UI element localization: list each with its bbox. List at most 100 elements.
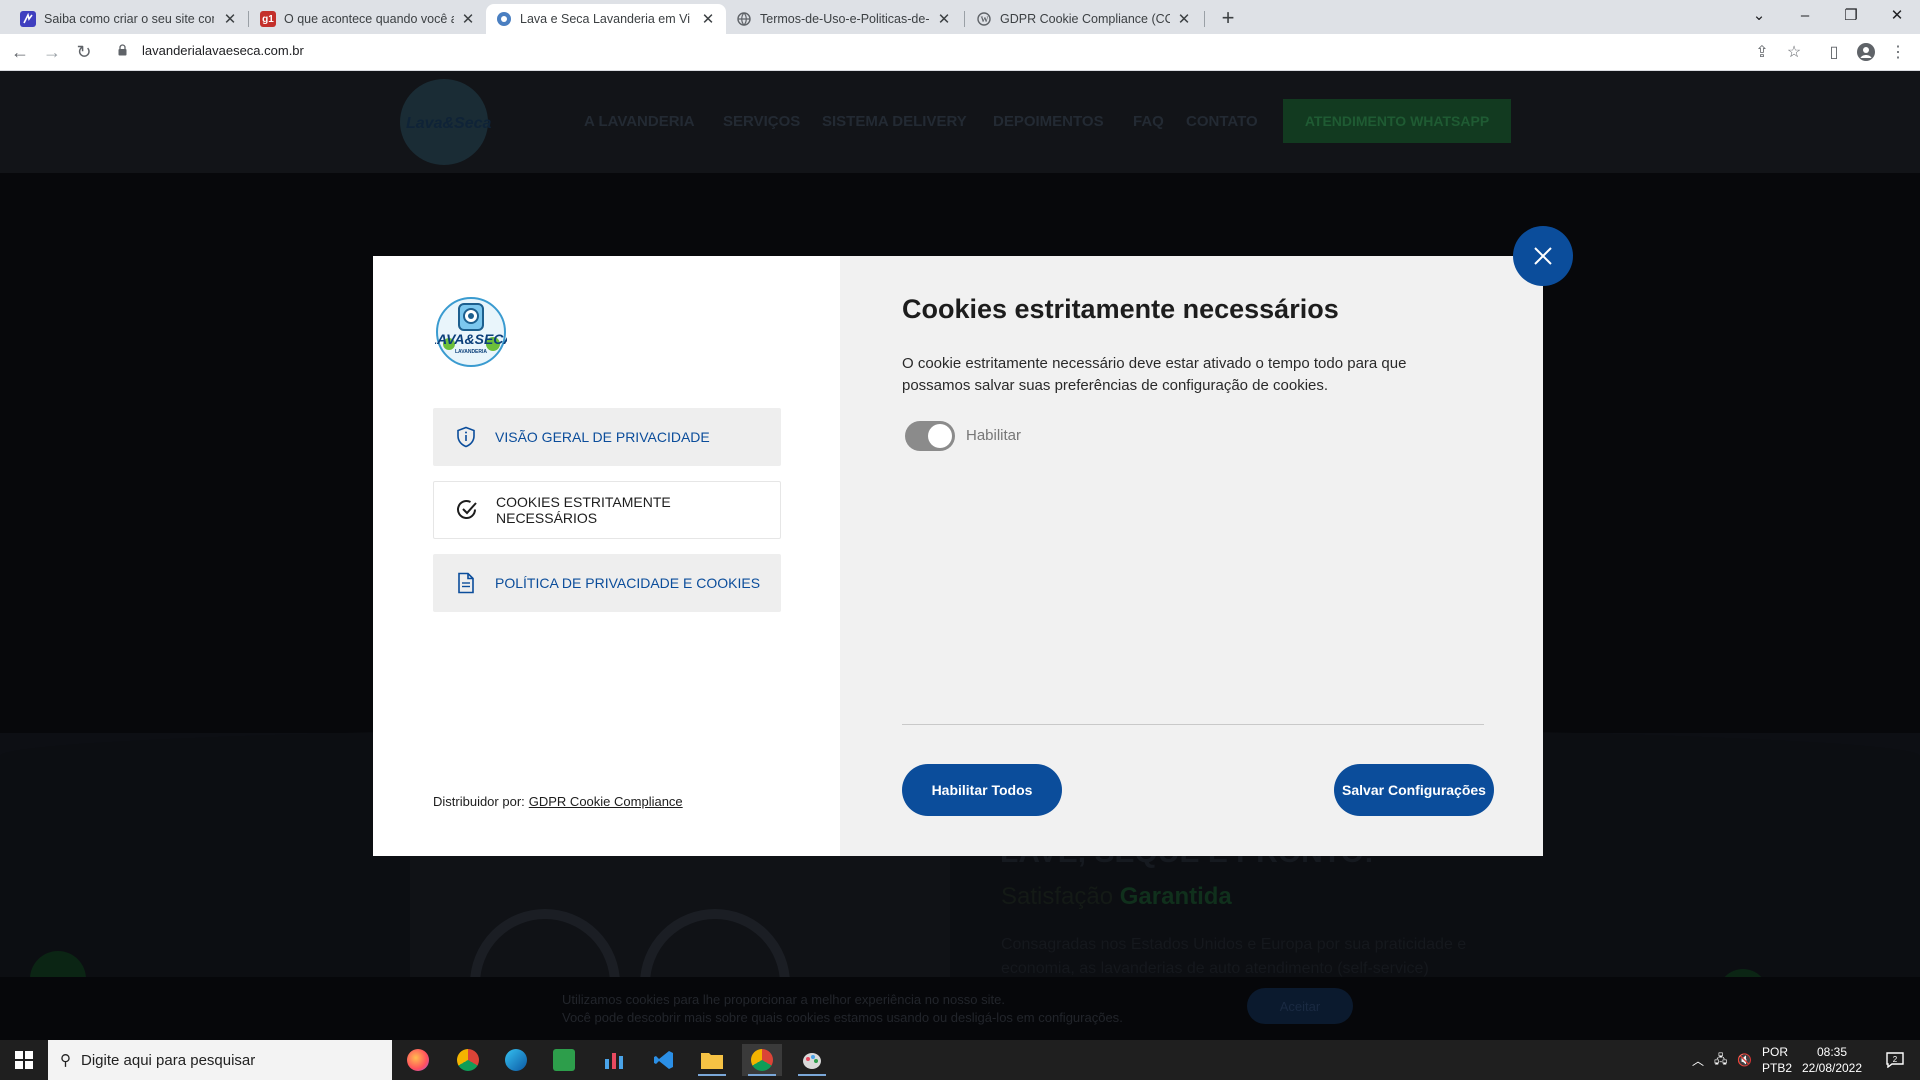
windows-start-button[interactable] [0,1040,48,1080]
gdpr-plugin-link[interactable]: GDPR Cookie Compliance [529,794,683,809]
wordpress-icon: W [976,11,992,27]
check-circle-icon [456,499,478,521]
share-icon[interactable]: ⇪ [1750,40,1774,64]
system-tray: ︿ 🖧 🔇 [1692,1040,1752,1080]
paint-app-icon[interactable] [792,1044,832,1076]
taskbar-search-input[interactable]: ⚲ Digite aqui para pesquisar [48,1040,392,1080]
section-description: O cookie estritamente necessário deve es… [902,355,1407,394]
menu-privacy-policy-label: POLÍTICA DE PRIVACIDADE E COOKIES [495,575,761,591]
back-icon[interactable]: ← [8,40,32,64]
chart-app-icon[interactable] [594,1044,634,1076]
modal-close-button[interactable] [1513,226,1573,286]
chrome-profile-icon[interactable] [742,1044,782,1076]
tab-title: Lava e Seca Lavanderia em Vila V [520,12,690,26]
tab-close-icon[interactable]: ✕ [1176,10,1192,28]
side-panel-icon[interactable]: ▯ [1822,40,1846,64]
svg-text:LAVANDERIA: LAVANDERIA [455,349,487,355]
toggle-knob [928,424,952,448]
nav-item-servicos[interactable]: SERVIÇOS [723,113,800,130]
tab-close-icon[interactable]: ✕ [700,10,716,28]
browser-tab-bar: Saiba como criar o seu site com a ✕ g1 O… [0,0,1920,34]
nav-item-delivery[interactable]: SISTEMA DELIVERY [822,113,967,130]
tab-title: GDPR Cookie Compliance (CCPA [1000,12,1170,26]
tab-title: Termos-de-Uso-e-Politicas-de-Pr [760,12,930,26]
search-icon: ⚲ [60,1052,71,1069]
browser-tab[interactable]: W GDPR Cookie Compliance (CCPA ✕ [966,4,1202,34]
enable-all-button[interactable]: Habilitar Todos [902,764,1062,816]
svg-text:W: W [981,15,989,24]
tab-close-icon[interactable]: ✕ [460,10,476,28]
notification-center-icon[interactable]: 2 [1880,1040,1910,1080]
chrome-icon[interactable] [448,1044,488,1076]
about-paragraph: Consagradas nos Estados Unidos e Europa … [1001,936,1467,977]
edge-icon[interactable] [496,1044,536,1076]
reload-icon[interactable]: ↻ [72,40,96,64]
nav-item-lavanderia[interactable]: A LAVANDERIA [584,113,695,130]
tab-close-icon[interactable]: ✕ [936,10,952,28]
site-header: Lava&Seca A LAVANDERIA SERVIÇOS SISTEMA … [0,71,1920,173]
tab-favicon-icon [496,11,512,27]
firefox-icon[interactable] [398,1044,438,1076]
close-window-button[interactable]: ✕ [1874,0,1920,30]
menu-strictly-necessary[interactable]: COOKIES ESTRITAMENTE NECESSÁRIOS [433,481,781,539]
document-icon [455,572,477,594]
minimize-button[interactable]: – [1782,0,1828,30]
whatsapp-cta-button[interactable]: ATENDIMENTO WHATSAPP [1283,99,1511,143]
nav-item-contato[interactable]: CONTATO [1186,113,1258,130]
browser-tab[interactable]: Saiba como criar o seu site com a ✕ [10,4,248,34]
spreadsheet-app-icon[interactable] [544,1044,584,1076]
file-explorer-icon[interactable] [692,1044,732,1076]
network-icon[interactable]: 🖧 [1714,1050,1727,1071]
forward-icon[interactable]: → [40,40,64,64]
menu-privacy-policy[interactable]: POLÍTICA DE PRIVACIDADE E COOKIES [433,554,781,612]
lava-seca-logo: LAVA&SECA LAVANDERIA [435,297,507,367]
enable-toggle[interactable] [905,421,955,451]
vscode-icon[interactable] [644,1044,684,1076]
globe-icon [736,11,752,27]
section-title: Cookies estritamente necessários [902,294,1339,324]
cookie-accept-button[interactable]: Aceitar [1247,988,1353,1024]
svg-text:2: 2 [1893,1055,1898,1064]
bookmark-star-icon[interactable]: ☆ [1782,40,1806,64]
taskbar-clock[interactable]: 08:35 22/08/2022 [1800,1044,1864,1076]
browser-tab[interactable]: Termos-de-Uso-e-Politicas-de-Pr ✕ [726,4,962,34]
enable-toggle-label: Habilitar [966,427,1022,444]
nav-item-depoimentos[interactable]: DEPOIMENTOS [993,113,1104,130]
menu-privacy-overview[interactable]: VISÃO GERAL DE PRIVACIDADE [433,408,781,466]
speaker-muted-icon[interactable]: 🔇 [1737,1053,1752,1067]
windows-taskbar: ⚲ Digite aqui para pesquisar ︿ 🖧 🔇 POR P… [0,1040,1920,1080]
save-settings-button[interactable]: Salvar Configurações [1334,764,1494,816]
divider [902,724,1484,725]
cookie-notice-bar: Utilizamos cookies para lhe proporcionar… [0,977,1920,1040]
tab-title: Saiba como criar o seu site com a [44,12,214,26]
cookie-settings-link[interactable]: configurações [1038,1010,1119,1025]
tab-favicon-icon: g1 [260,11,276,27]
browser-tab-active[interactable]: Lava e Seca Lavanderia em Vila V ✕ [486,4,726,34]
modal-content: Cookies estritamente necessários O cooki… [840,256,1543,856]
tab-search-icon[interactable]: ⌄ [1736,0,1782,30]
powered-by: Distribuidor por: GDPR Cookie Compliance [433,794,683,809]
tab-favicon-icon [20,11,36,27]
tab-close-icon[interactable]: ✕ [222,10,238,28]
close-icon [1534,247,1552,265]
site-logo[interactable]: Lava&Seca [400,79,491,165]
tab-title: O que acontece quando você ac [284,12,454,26]
restore-button[interactable]: ❐ [1828,0,1874,30]
browser-tab[interactable]: g1 O que acontece quando você ac ✕ [250,4,486,34]
lock-icon[interactable] [118,44,127,56]
about-subtitle: Satisfação Garantida [1001,883,1232,910]
menu-privacy-overview-label: VISÃO GERAL DE PRIVACIDADE [495,429,710,445]
shield-icon [455,426,477,448]
modal-sidebar: LAVA&SECA LAVANDERIA VISÃO GERAL DE PRIV… [373,256,840,856]
url-input[interactable]: lavanderialavaeseca.com.br [142,43,304,58]
new-tab-button[interactable]: + [1216,5,1240,31]
profile-avatar-icon[interactable] [1854,40,1878,64]
cookie-settings-modal: LAVA&SECA LAVANDERIA VISÃO GERAL DE PRIV… [373,256,1543,856]
menu-kebab-icon[interactable]: ⋮ [1886,40,1910,64]
svg-text:LAVA&SECA: LAVA&SECA [435,331,507,347]
address-bar: ← → ↻ lavanderialavaeseca.com.br ⇪ ☆ ▯ ⋮ [0,34,1920,71]
input-language[interactable]: POR PTB2 [1762,1044,1792,1076]
cookie-notice-text: Utilizamos cookies para lhe proporcionar… [562,992,1123,1025]
tray-chevron-icon[interactable]: ︿ [1692,1052,1704,1069]
nav-item-faq[interactable]: FAQ [1133,113,1164,130]
